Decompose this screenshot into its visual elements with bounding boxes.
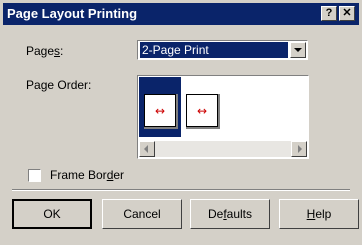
defaults-label-text: De bbox=[207, 207, 224, 221]
title-bar[interactable]: Page Layout Printing ? ✕ bbox=[3, 3, 359, 25]
pages-select[interactable]: 2-Page Print bbox=[137, 40, 308, 60]
help-button[interactable]: Help bbox=[279, 199, 359, 229]
page-order-option-1[interactable]: ↔ bbox=[144, 94, 178, 129]
close-button[interactable]: ✕ bbox=[339, 6, 355, 21]
cancel-button[interactable]: Cancel bbox=[102, 199, 182, 229]
page-order-label: Page Order: bbox=[26, 78, 91, 92]
frame-border-label-text: Frame Bor bbox=[50, 168, 107, 182]
frame-border-checkbox[interactable] bbox=[28, 169, 41, 182]
frame-border-label[interactable]: Frame Border bbox=[50, 168, 124, 182]
divider bbox=[12, 189, 350, 191]
horizontal-scrollbar[interactable] bbox=[139, 141, 307, 157]
page-order-option-2[interactable]: ↔ bbox=[186, 94, 220, 129]
page-order-label-text: Pa bbox=[26, 78, 41, 92]
ok-button[interactable]: OK bbox=[12, 199, 92, 229]
left-right-arrow-icon: ↔ bbox=[154, 104, 166, 118]
defaults-label-rest: aults bbox=[226, 207, 253, 221]
pages-select-value: 2-Page Print bbox=[140, 42, 288, 58]
scroll-left-icon[interactable] bbox=[139, 141, 155, 157]
page-order-list[interactable]: ↔ ↔ bbox=[137, 75, 309, 159]
chevron-down-icon[interactable] bbox=[290, 42, 306, 58]
page-layout-printing-dialog: Page Layout Printing ? ✕ Pages: 2-Page P… bbox=[0, 0, 362, 245]
left-right-arrow-icon: ↔ bbox=[196, 104, 208, 118]
pages-label-text: Page bbox=[26, 44, 55, 58]
help-title-button[interactable]: ? bbox=[321, 6, 337, 21]
defaults-button[interactable]: Defaults bbox=[190, 199, 270, 229]
scroll-right-icon[interactable] bbox=[291, 141, 307, 157]
dialog-title: Page Layout Printing bbox=[7, 6, 138, 21]
frame-border-label-rest: er bbox=[113, 168, 125, 182]
page-order-label-rest: e Order: bbox=[47, 78, 92, 92]
help-label-rest: elp bbox=[315, 207, 332, 221]
pages-label: Pages: bbox=[26, 44, 63, 58]
pages-label-colon: : bbox=[60, 44, 64, 58]
